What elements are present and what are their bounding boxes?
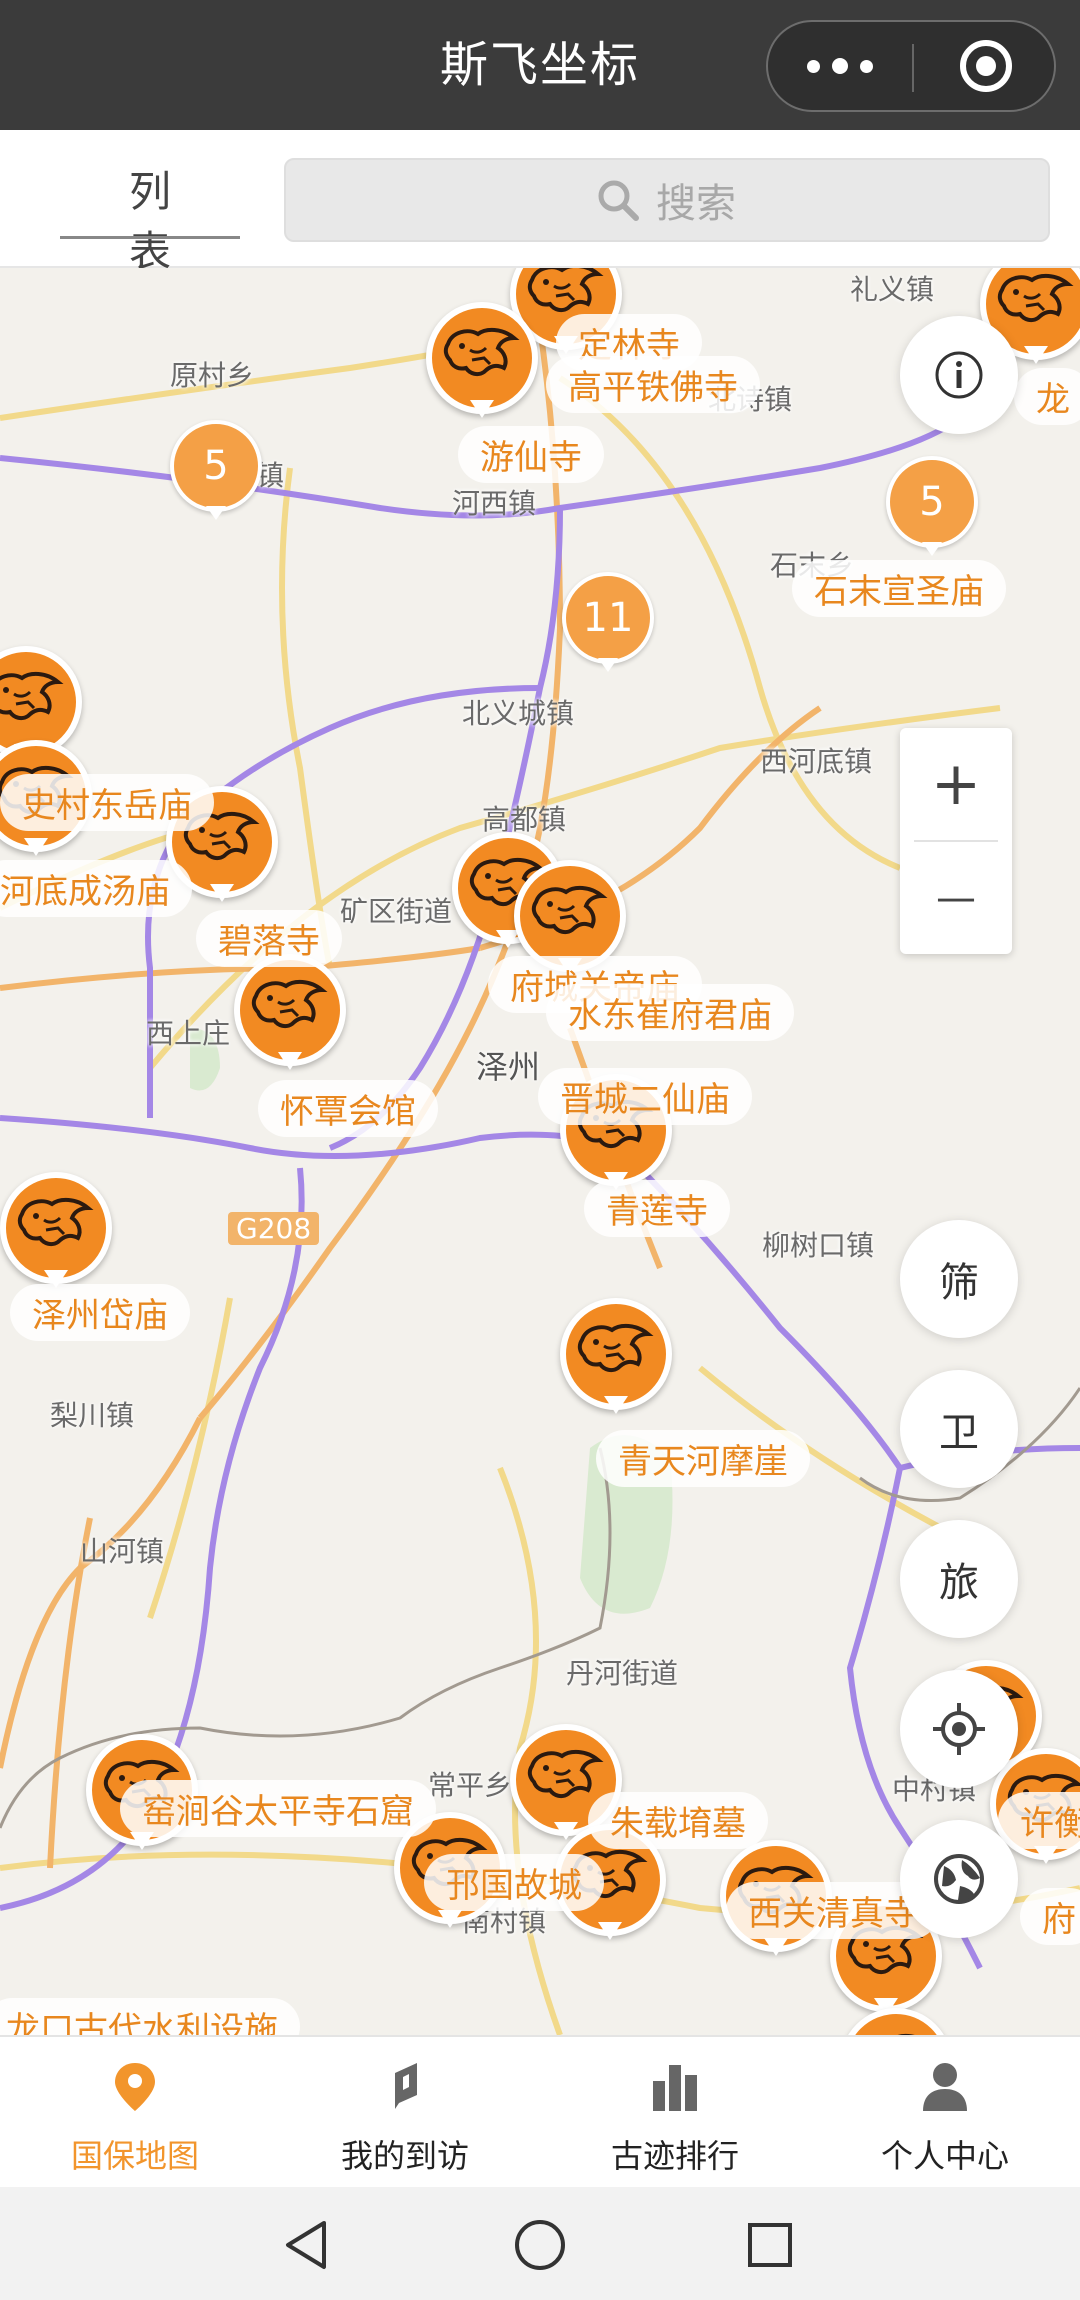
place-label: 常平乡 — [428, 1769, 513, 1802]
more-dots-icon — [860, 59, 873, 73]
travel-button[interactable]: 旅 — [900, 1520, 1018, 1638]
globe-icon — [934, 1854, 984, 1904]
marker-cluster[interactable]: 11 — [562, 572, 654, 676]
heritage-marker[interactable] — [426, 302, 538, 426]
place-label: 山河镇 — [80, 1535, 165, 1568]
marker-label[interactable]: 河底成汤庙 — [0, 860, 192, 917]
heritage-marker[interactable] — [0, 1172, 112, 1296]
marker-label[interactable]: 青莲寺 — [584, 1180, 730, 1237]
close-program-button[interactable] — [916, 22, 1056, 110]
globe-button[interactable] — [900, 1820, 1018, 1938]
place-label: 北义城镇 — [462, 697, 575, 730]
marker-cluster[interactable]: 5 — [886, 456, 978, 560]
place-label: 西河底镇 — [760, 745, 873, 778]
flag-icon — [395, 2063, 417, 2109]
more-dots-icon — [807, 59, 820, 73]
place-label: 梨川镇 — [50, 1399, 135, 1432]
capsule-divider — [912, 44, 914, 92]
zoom-out-button[interactable]: — — [900, 842, 1012, 954]
bird-logo-icon — [577, 1323, 654, 1373]
place-label: 泽州 — [476, 1048, 541, 1086]
place-label: 河西镇 — [452, 487, 537, 520]
zoom-control: + — — [900, 728, 1012, 954]
tab-national-map[interactable]: 国保地图 — [0, 2037, 270, 2189]
marker-label[interactable]: 史村东岳庙 — [0, 774, 214, 831]
info-button[interactable] — [900, 316, 1018, 434]
marker-label[interactable]: 晋城二仙庙 — [538, 1068, 752, 1125]
target-close-icon — [960, 40, 1012, 92]
info-icon — [935, 351, 983, 399]
marker-label[interactable]: 碧落寺 — [196, 910, 342, 967]
bar-chart-icon — [653, 2065, 697, 2111]
place-label: 丹河街道 — [566, 1657, 679, 1690]
nav-recent-icon[interactable] — [746, 2221, 794, 2269]
marker-label[interactable]: 高平铁佛寺 — [546, 356, 760, 413]
title-bar: 斯飞坐标 — [0, 0, 1080, 130]
marker-label[interactable]: 青天河摩崖 — [596, 1430, 810, 1487]
locate-button[interactable] — [900, 1670, 1018, 1788]
bird-logo-icon — [0, 671, 64, 721]
marker-label[interactable]: 泽州岱庙 — [10, 1284, 190, 1341]
guard-button[interactable]: 卫 — [900, 1370, 1018, 1488]
map-pin-icon — [115, 2063, 155, 2111]
heritage-marker[interactable] — [560, 1298, 672, 1422]
place-label: 礼义镇 — [850, 273, 935, 306]
mini-program-capsule — [766, 20, 1056, 112]
nav-back-icon[interactable] — [282, 2219, 332, 2271]
marker-cluster[interactable]: 5 — [170, 420, 262, 524]
marker-label[interactable]: 怀覃会馆 — [258, 1080, 438, 1137]
heritage-marker[interactable] — [234, 954, 346, 1078]
bird-logo-icon — [17, 1197, 94, 1247]
place-label: 柳树口镇 — [762, 1229, 875, 1262]
bird-logo-icon — [997, 273, 1074, 323]
search-icon — [598, 180, 639, 221]
system-nav-bar — [0, 2187, 1080, 2300]
marker-label[interactable]: 许衡 — [998, 1792, 1080, 1849]
marker-label[interactable]: 府 — [1020, 1888, 1080, 1945]
marker-label[interactable]: 朱载堉墓 — [588, 1792, 768, 1849]
search-input[interactable]: 搜索 — [284, 158, 1050, 242]
heritage-marker[interactable] — [840, 2008, 952, 2035]
marker-label[interactable]: 石末宣圣庙 — [792, 560, 1006, 617]
nav-home-icon[interactable] — [512, 2217, 568, 2273]
bird-logo-icon — [527, 1749, 604, 1799]
zoom-in-button[interactable]: + — [900, 728, 1012, 840]
more-menu-button[interactable] — [768, 22, 912, 110]
locate-icon — [933, 1703, 985, 1755]
list-tab-underline — [60, 236, 240, 239]
marker-label[interactable]: 游仙寺 — [458, 426, 604, 483]
place-label: 原村乡 — [170, 359, 255, 392]
road-shield-g208: G208 — [228, 1212, 320, 1245]
person-icon — [923, 2063, 967, 2111]
bottom-tab-bar: 国保地图 我的到访 古迹排行 个人中心 — [0, 2035, 1080, 2187]
more-dots-icon — [832, 58, 848, 74]
map-view[interactable]: 原村乡 河西镇 北诗镇 礼义镇 石末乡 北义城镇 西河底镇 高都镇 矿区街道 西… — [0, 268, 1080, 2035]
search-row: 列表 搜索 — [0, 130, 1080, 276]
bird-logo-icon — [251, 979, 328, 1029]
tab-personal-center[interactable]: 个人中心 — [810, 2037, 1080, 2189]
place-label: 矿区街道 — [340, 895, 453, 928]
marker-label[interactable]: 邘国故城 — [424, 1854, 604, 1911]
tab-my-visits[interactable]: 我的到访 — [270, 2037, 540, 2189]
search-placeholder: 搜索 — [656, 181, 736, 227]
bird-logo-icon — [531, 885, 608, 935]
marker-label[interactable]: 龙口古代水利设施 — [0, 1998, 300, 2035]
place-label: 西上庄 — [146, 1017, 231, 1050]
list-tab[interactable]: 列表 — [60, 162, 240, 276]
marker-label[interactable]: 水东崔府君庙 — [546, 984, 794, 1041]
filter-button[interactable]: 筛 — [900, 1220, 1018, 1338]
marker-label[interactable]: 龙 — [1014, 368, 1080, 425]
marker-label[interactable]: 窑涧谷太平寺石窟 — [120, 1780, 436, 1837]
bird-logo-icon — [443, 327, 520, 377]
tab-ranking[interactable]: 古迹排行 — [540, 2037, 810, 2189]
